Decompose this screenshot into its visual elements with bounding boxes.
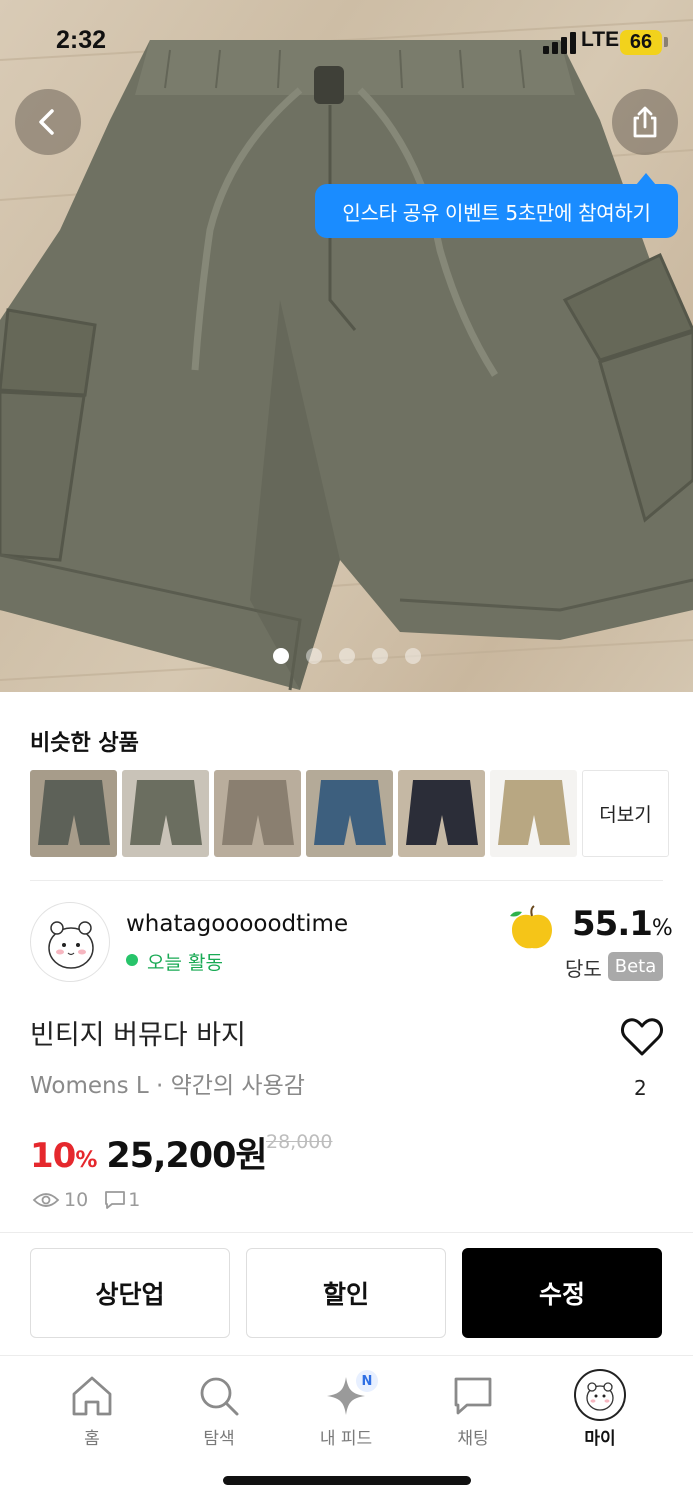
sweetness-label: 당도 (565, 957, 602, 981)
similar-product-thumbnail[interactable] (30, 770, 117, 857)
similar-product-thumbnail[interactable] (398, 770, 485, 857)
tab-my-label: 마이 (584, 1429, 616, 1449)
comment-icon (105, 1191, 126, 1209)
discount-rate: 10 (30, 1136, 76, 1176)
seller-avatar[interactable] (30, 902, 110, 982)
tab-search-label: 탐색 (203, 1429, 235, 1449)
online-status-dot (126, 954, 138, 966)
tab-home[interactable]: 홈 (42, 1374, 142, 1449)
similar-product-thumbnail[interactable] (306, 770, 393, 857)
comment-count: 1 (128, 1189, 141, 1211)
network-type: LTE (581, 28, 620, 51)
battery-level: 66 (629, 31, 653, 53)
home-indicator (223, 1476, 471, 1485)
sweetness-value: 55.1 (572, 904, 653, 944)
sweetness-unit: % (651, 916, 673, 941)
similar-products-title: 비슷한 상품 (30, 731, 139, 756)
signal-icon (543, 32, 577, 54)
tab-feed-label: 내 피드 (319, 1429, 373, 1449)
eye-icon (32, 1193, 60, 1207)
feed-new-badge: N (356, 1370, 378, 1392)
status-time: 2:32 (56, 26, 107, 54)
status-bar: 2:32 LTE 66 (0, 0, 693, 84)
sweetness-score: 55.1% (572, 904, 673, 944)
tab-chat[interactable]: 채팅 (423, 1374, 523, 1449)
tab-feed[interactable]: N 내 피드 (296, 1370, 396, 1449)
battery-icon: 66 (620, 30, 662, 55)
sale-price: 25,200원 (106, 1136, 267, 1176)
tab-home-label: 홈 (84, 1429, 100, 1449)
search-icon (200, 1377, 239, 1416)
similar-product-thumbnail[interactable] (122, 770, 209, 857)
share-event-tooltip[interactable]: 인스타 공유 이벤트 5초만에 참여하기 (315, 184, 678, 238)
edit-button[interactable]: 수정 (462, 1248, 662, 1338)
share-button[interactable] (612, 89, 678, 155)
divider (30, 880, 663, 881)
similar-product-thumbnail[interactable] (490, 770, 577, 857)
tab-chat-label: 채팅 (457, 1429, 489, 1449)
product-image-carousel[interactable]: 2:32 LTE 66 인스타 공유 이벤트 5초만에 참여하기 (0, 0, 693, 692)
similar-product-thumbnail[interactable] (214, 770, 301, 857)
carousel-dot[interactable] (372, 648, 388, 664)
view-count: 10 (64, 1189, 89, 1211)
beta-badge: Beta (608, 952, 663, 981)
profile-avatar-icon (574, 1369, 626, 1421)
product-stats: 10 1 (32, 1189, 140, 1211)
home-icon (72, 1376, 112, 1416)
carousel-dot[interactable] (405, 648, 421, 664)
battery-tip (664, 37, 668, 47)
carousel-dot[interactable] (339, 648, 355, 664)
chevron-left-icon (39, 109, 54, 135)
heart-icon[interactable] (620, 1016, 664, 1058)
product-photo (0, 19, 693, 691)
share-icon (633, 106, 657, 138)
price-row: 10 % 25,200원 (30, 1127, 268, 1178)
carousel-dots (273, 648, 421, 664)
original-price: 28,000 (266, 1131, 333, 1153)
discount-unit: % (75, 1148, 98, 1173)
similar-products-list: 더보기 (30, 770, 669, 857)
tab-my[interactable]: 마이 (550, 1369, 650, 1449)
tab-search[interactable]: 탐색 (169, 1374, 269, 1449)
carousel-dot[interactable] (273, 648, 289, 664)
action-buttons: 상단업 할인 수정 (30, 1248, 662, 1338)
back-button[interactable] (15, 89, 81, 155)
like-count: 2 (634, 1076, 647, 1100)
chat-icon (454, 1377, 492, 1415)
seller-name[interactable]: whatagooooodtime (126, 911, 348, 937)
carousel-dot[interactable] (306, 648, 322, 664)
product-subtitle: Womens L · 약간의 사용감 (30, 1073, 305, 1099)
apple-icon (510, 905, 552, 949)
seller-activity: 오늘 활동 (147, 952, 223, 974)
divider (0, 1232, 693, 1233)
product-title: 빈티지 버뮤다 바지 (30, 1020, 246, 1051)
hamster-avatar-icon (48, 921, 94, 969)
bump-button[interactable]: 상단업 (30, 1248, 230, 1338)
similar-more-button[interactable]: 더보기 (582, 770, 669, 857)
discount-button[interactable]: 할인 (246, 1248, 446, 1338)
